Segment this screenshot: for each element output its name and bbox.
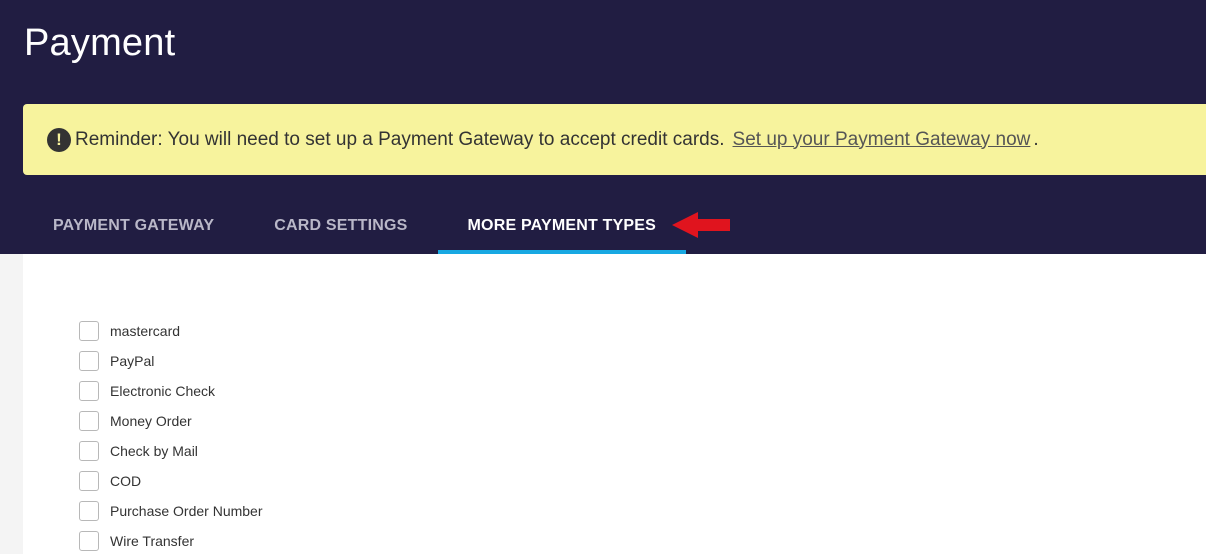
- list-item: Money Order: [79, 406, 263, 436]
- wire-transfer-checkbox[interactable]: [79, 531, 99, 551]
- option-label: Money Order: [110, 413, 192, 429]
- money-order-checkbox[interactable]: [79, 411, 99, 431]
- list-item: Check by Mail: [79, 436, 263, 466]
- list-item: COD: [79, 466, 263, 496]
- option-label: Electronic Check: [110, 383, 216, 399]
- paypal-checkbox[interactable]: [79, 351, 99, 371]
- page-title: Payment: [24, 22, 176, 64]
- reminder-banner: ! Reminder: You will need to set up a Pa…: [23, 104, 1206, 175]
- exclamation-icon: !: [47, 127, 71, 152]
- payment-types-panel: mastercard PayPal Electronic Check Money…: [23, 254, 1206, 554]
- payment-type-list: mastercard PayPal Electronic Check Money…: [79, 316, 263, 554]
- tab-payment-gateway[interactable]: PAYMENT GATEWAY: [23, 198, 244, 254]
- check-by-mail-checkbox[interactable]: [79, 441, 99, 461]
- annotation-arrow-icon: [672, 212, 730, 238]
- list-item: Electronic Check: [79, 376, 263, 406]
- tab-more-payment-types[interactable]: MORE PAYMENT TYPES: [437, 198, 687, 254]
- payment-tabs: PAYMENT GATEWAY CARD SETTINGS MORE PAYME…: [23, 198, 687, 254]
- reminder-text: Reminder: You will need to set up a Paym…: [75, 128, 725, 150]
- option-label: COD: [110, 473, 142, 489]
- cod-checkbox[interactable]: [79, 471, 99, 491]
- option-label: mastercard: [110, 323, 181, 339]
- option-label: PayPal: [110, 353, 155, 369]
- list-item: PayPal: [79, 346, 263, 376]
- list-item: Purchase Order Number: [79, 496, 263, 526]
- reminder-trailing: .: [1033, 128, 1039, 150]
- list-item: mastercard: [79, 316, 263, 346]
- option-label: Wire Transfer: [110, 533, 195, 549]
- page-header: Payment ! Reminder: You will need to set…: [0, 0, 1206, 254]
- option-label: Purchase Order Number: [110, 503, 263, 519]
- option-label: Check by Mail: [110, 443, 198, 459]
- list-item: Wire Transfer: [79, 526, 263, 554]
- electronic-check-checkbox[interactable]: [79, 381, 99, 401]
- setup-gateway-link[interactable]: Set up your Payment Gateway now: [733, 129, 1031, 151]
- tab-card-settings[interactable]: CARD SETTINGS: [244, 198, 437, 254]
- purchase-order-number-checkbox[interactable]: [79, 501, 99, 521]
- mastercard-checkbox[interactable]: [79, 321, 99, 341]
